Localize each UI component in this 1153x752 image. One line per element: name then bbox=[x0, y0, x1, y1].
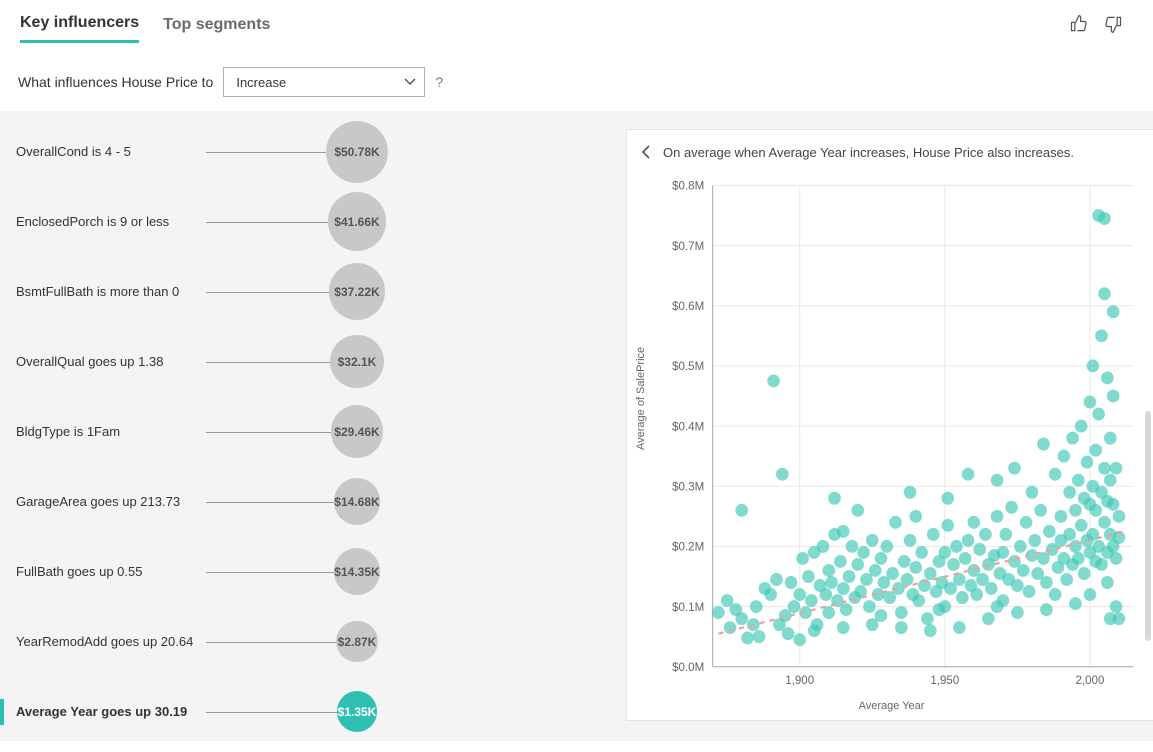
direction-select-value: Increase bbox=[236, 75, 286, 90]
influencer-row[interactable]: Average Year goes up 30.19 $1.35K bbox=[16, 677, 626, 747]
svg-text:1,900: 1,900 bbox=[785, 674, 814, 687]
influencer-label: OverallCond is 4 - 5 bbox=[16, 144, 206, 161]
chevron-down-icon bbox=[404, 76, 416, 88]
influencer-bubble: $32.1K bbox=[330, 335, 384, 389]
thumbs-up-icon[interactable] bbox=[1069, 14, 1089, 37]
svg-text:$0.4M: $0.4M bbox=[672, 420, 704, 433]
scrollbar-thumb[interactable] bbox=[1145, 411, 1151, 641]
influencer-row[interactable]: GarageArea goes up 213.73 $14.68K bbox=[16, 467, 626, 537]
svg-text:$0.3M: $0.3M bbox=[672, 480, 704, 493]
influencer-bubble: $2.87K bbox=[336, 621, 377, 662]
influencer-label: OverallQual goes up 1.38 bbox=[16, 354, 206, 371]
influencer-label: Average Year goes up 30.19 bbox=[16, 704, 206, 721]
influencer-row[interactable]: OverallCond is 4 - 5 $50.78K bbox=[16, 117, 626, 187]
y-axis-label: Average of SalePrice bbox=[635, 347, 647, 450]
influencer-row[interactable]: FullBath goes up 0.55 $14.35K bbox=[16, 537, 626, 607]
direction-select[interactable]: Increase bbox=[223, 67, 425, 97]
influencer-label: GarageArea goes up 213.73 bbox=[16, 494, 206, 511]
influencer-bubble: $14.68K bbox=[334, 478, 380, 524]
svg-text:$0.1M: $0.1M bbox=[672, 601, 704, 614]
influencer-row[interactable]: BldgType is 1Fam $29.46K bbox=[16, 397, 626, 467]
detail-panel: On average when Average Year increases, … bbox=[626, 129, 1153, 721]
influencer-bubble: $29.46K bbox=[331, 405, 384, 458]
back-arrow-icon[interactable] bbox=[639, 144, 655, 160]
influencer-label: YearRemodAdd goes up 20.64 bbox=[16, 634, 206, 651]
influencer-bubble: $14.35K bbox=[334, 548, 380, 594]
svg-text:2,000: 2,000 bbox=[1075, 674, 1104, 687]
panel-title: On average when Average Year increases, … bbox=[663, 145, 1074, 160]
help-icon[interactable]: ? bbox=[435, 74, 443, 90]
svg-text:$0.2M: $0.2M bbox=[672, 541, 704, 554]
influencer-bubble: $1.35K bbox=[337, 691, 378, 732]
svg-text:$0.6M: $0.6M bbox=[672, 300, 704, 313]
svg-text:1,950: 1,950 bbox=[930, 674, 959, 687]
svg-text:$0.7M: $0.7M bbox=[672, 240, 704, 253]
influencer-row[interactable]: BsmtFullBath is more than 0 $37.22K bbox=[16, 257, 626, 327]
influencer-row[interactable]: OverallQual goes up 1.38 $32.1K bbox=[16, 327, 626, 397]
influencer-label: BldgType is 1Fam bbox=[16, 424, 206, 441]
question-text: What influences House Price to bbox=[18, 74, 213, 90]
influencer-label: FullBath goes up 0.55 bbox=[16, 564, 206, 581]
tab-key-influencers[interactable]: Key influencers bbox=[20, 14, 139, 43]
influencer-row[interactable]: EnclosedPorch is 9 or less $41.66K bbox=[16, 187, 626, 257]
thumbs-down-icon[interactable] bbox=[1103, 14, 1123, 37]
influencer-bubble: $37.22K bbox=[329, 263, 385, 319]
svg-text:$0.8M: $0.8M bbox=[672, 180, 704, 193]
influencer-label: EnclosedPorch is 9 or less bbox=[16, 214, 206, 231]
influencer-row[interactable]: YearRemodAdd goes up 20.64 $2.87K bbox=[16, 607, 626, 677]
svg-text:$0.0M: $0.0M bbox=[672, 661, 704, 674]
influencer-label: BsmtFullBath is more than 0 bbox=[16, 284, 206, 301]
tab-top-segments[interactable]: Top segments bbox=[163, 16, 270, 42]
influencer-bubble: $41.66K bbox=[328, 192, 386, 250]
x-axis-label: Average Year bbox=[639, 700, 1144, 712]
scatter-plot: $0.0M $0.1M $0.2M $0.3M $0.4M $0.5M $0.6M $0.7M… bbox=[639, 180, 1144, 710]
influencer-list: OverallCond is 4 - 5$50.78KEnclosedPorch… bbox=[0, 111, 626, 741]
influencer-bubble: $50.78K bbox=[326, 121, 388, 183]
svg-text:$0.5M: $0.5M bbox=[672, 360, 704, 373]
